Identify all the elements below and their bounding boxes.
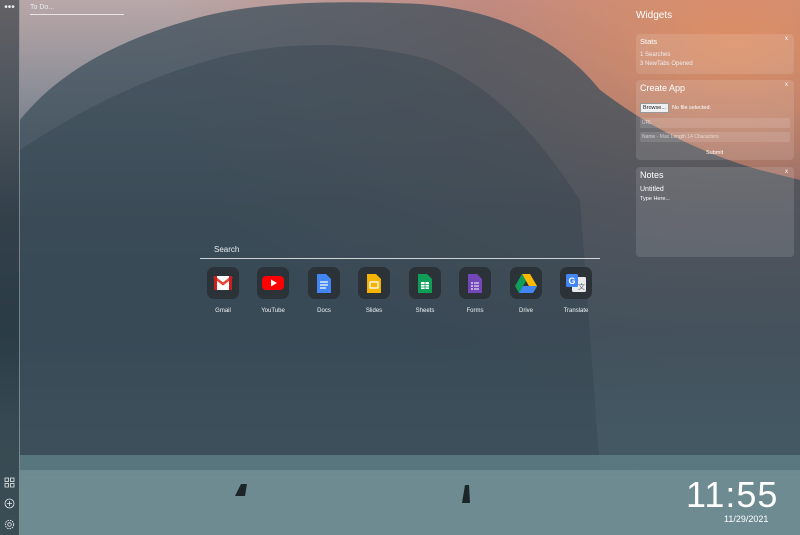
sheets-icon [418, 273, 432, 293]
app-label-gmail: Gmail [215, 308, 231, 314]
stats-searches: 1 Searches [640, 52, 671, 58]
url-input[interactable]: URL [640, 118, 790, 128]
app-label-translate: Translate [563, 308, 589, 314]
youtube-icon [262, 276, 284, 290]
note-title[interactable]: Untitled [640, 186, 664, 193]
drive-icon [515, 273, 537, 293]
dots-icon[interactable]: ••• [4, 2, 15, 13]
sidebar: ••• [0, 0, 20, 535]
app-label-sheets: Sheets [415, 308, 435, 314]
svg-text:文: 文 [578, 282, 585, 291]
clock-date: 11/29/2021 [724, 514, 769, 524]
file-picker: Browse... No file selected. [640, 103, 711, 113]
stats-widget: Stats x 1 Searches 3 NewTabs Opened [636, 34, 794, 74]
app-label-youtube: YouTube [261, 308, 285, 314]
notes-widget: Notes x Untitled Type Here... [636, 167, 794, 257]
search-placeholder: Search [214, 245, 240, 254]
name-input[interactable]: Name - Max Length 14 Characters [640, 132, 790, 142]
notes-close-icon[interactable]: x [785, 169, 788, 175]
clock-time: 11:55 [686, 474, 779, 515]
search-input[interactable]: Search [200, 242, 600, 259]
app-forms[interactable]: Forms [457, 267, 493, 314]
app-label-forms: Forms [466, 308, 484, 314]
stats-close-icon[interactable]: x [785, 36, 788, 42]
file-status: No file selected. [671, 105, 712, 111]
create-app-widget: Create App x Browse... No file selected.… [636, 80, 794, 160]
browse-button[interactable]: Browse... [640, 103, 669, 113]
widgets-title: Widgets [636, 10, 673, 21]
create-app-close-icon[interactable]: x [785, 82, 788, 88]
gmail-icon [213, 276, 233, 290]
app-youtube[interactable]: YouTube [255, 267, 291, 314]
stats-newtabs: 3 NewTabs Opened [640, 61, 693, 67]
translate-icon: G文 [566, 274, 586, 292]
app-slides[interactable]: Slides [356, 267, 392, 314]
app-sheets[interactable]: Sheets [407, 267, 443, 314]
app-drive[interactable]: Drive [508, 267, 544, 314]
todo-input[interactable]: To Do... [30, 4, 124, 15]
grid-icon[interactable] [4, 477, 15, 488]
submit-button[interactable]: Submit [706, 150, 723, 156]
app-gmail[interactable]: Gmail [205, 267, 241, 314]
svg-text:G: G [569, 276, 576, 286]
app-label-drive: Drive [518, 308, 533, 314]
app-label-slides: Slides [365, 308, 383, 314]
app-translate[interactable]: G文 Translate [558, 267, 594, 314]
forms-icon [468, 273, 482, 293]
create-app-title: Create App [640, 83, 686, 93]
settings-icon[interactable] [4, 519, 15, 530]
app-docs[interactable]: Docs [306, 267, 342, 314]
docs-icon [317, 273, 331, 293]
note-body[interactable]: Type Here... [640, 196, 670, 202]
stats-title: Stats [640, 37, 658, 46]
app-label-docs: Docs [317, 308, 331, 314]
notes-title: Notes [640, 170, 664, 180]
add-icon[interactable] [4, 498, 15, 509]
slides-icon [367, 273, 381, 293]
